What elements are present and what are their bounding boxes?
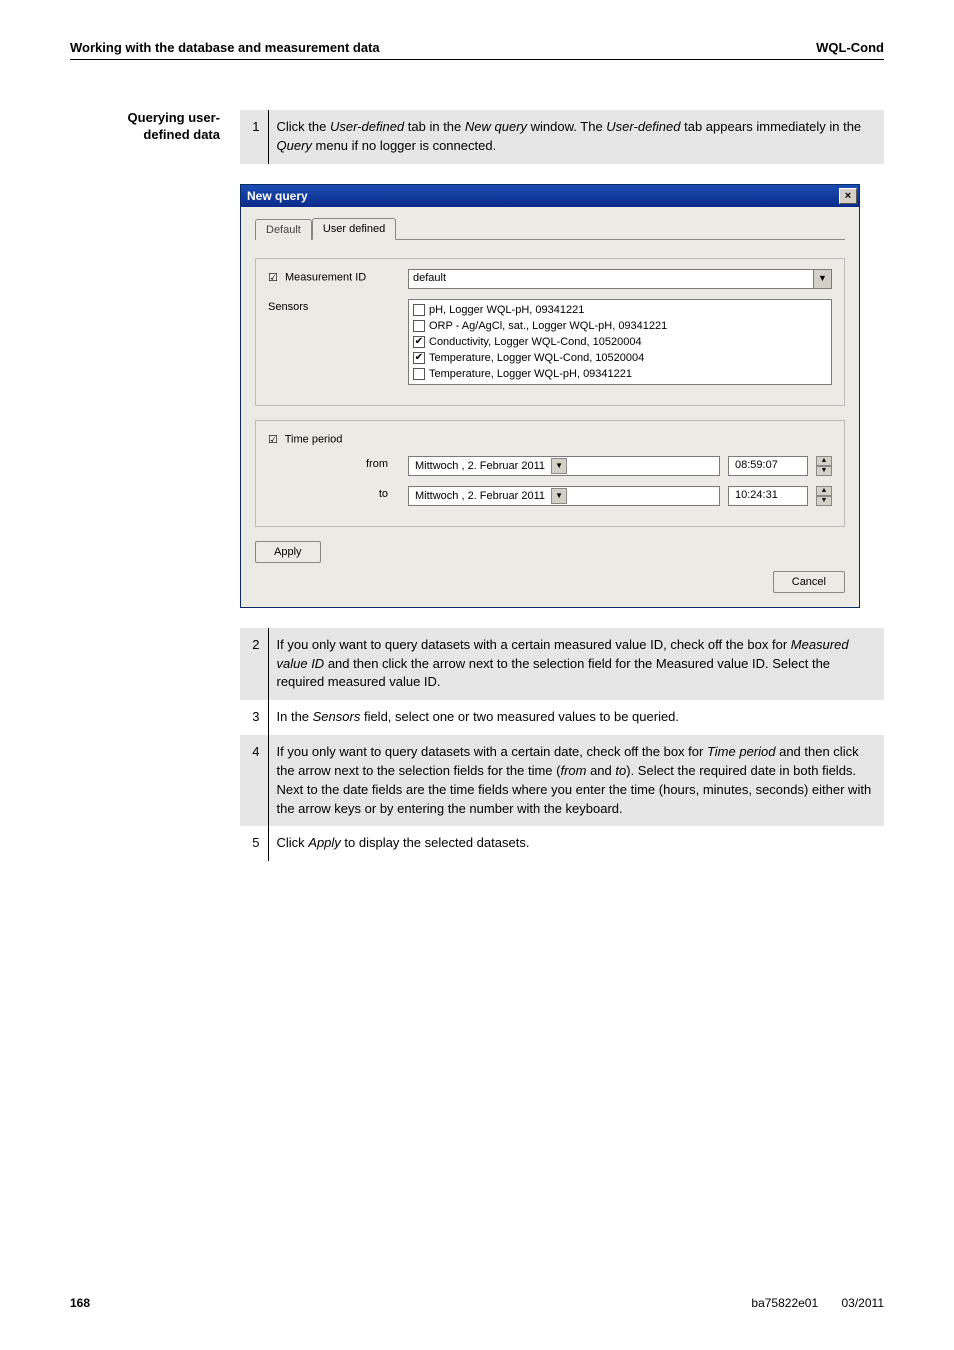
t: If you only want to query datasets with … <box>277 744 707 759</box>
list-item[interactable]: ✔ Conductivity, Logger WQL-Cond, 10520004 <box>413 334 827 350</box>
step-5-text: Click Apply to display the selected data… <box>268 826 884 861</box>
chevron-down-icon[interactable]: ▼ <box>814 269 832 289</box>
measurement-group: ☑ Measurement ID default ▼ Sensors <box>255 258 845 406</box>
t: Conductivity, Logger WQL-Cond, 10520004 <box>429 334 642 350</box>
new-query-dialog: New query × Default User defined ☑ Measu… <box>240 184 860 608</box>
t: User-defined <box>330 119 404 134</box>
to-time-field[interactable]: 10:24:31 <box>728 486 808 506</box>
apply-row: Apply <box>255 541 845 563</box>
t: to display the selected datasets. <box>341 835 530 850</box>
list-item[interactable]: pH, Logger WQL-pH, 09341221 <box>413 302 827 318</box>
t: User-defined <box>606 119 680 134</box>
tab-user-defined[interactable]: User defined <box>312 218 396 240</box>
step-3-text: In the Sensors field, select one or two … <box>268 700 884 735</box>
doc-id: ba75822e01 <box>751 1296 818 1310</box>
from-time-field[interactable]: 08:59:07 <box>728 456 808 476</box>
to-label: to <box>268 486 408 500</box>
t: and then click the arrow next to the sel… <box>277 656 831 690</box>
arrow-up-icon[interactable]: ▲ <box>816 456 832 466</box>
timeperiod-group: ☑ Time period from Mittwoch , 2. Februar… <box>255 420 845 527</box>
steps-2-5: 2 If you only want to query datasets wit… <box>240 628 884 862</box>
t: Query <box>277 138 312 153</box>
doc-date: 03/2011 <box>842 1296 885 1310</box>
t: from <box>560 763 586 778</box>
arrow-down-icon[interactable]: ▼ <box>816 496 832 506</box>
header-left: Working with the database and measuremen… <box>70 40 380 55</box>
t: Sensors <box>313 709 361 724</box>
arrow-up-icon[interactable]: ▲ <box>816 486 832 496</box>
t: and <box>586 763 615 778</box>
dialog-titlebar: New query × <box>241 185 859 207</box>
t: tab appears immediately in the <box>681 119 862 134</box>
t: Time period <box>707 744 776 759</box>
from-time-spinner[interactable]: ▲▼ <box>816 456 832 476</box>
from-label: from <box>268 456 408 470</box>
t: pH, Logger WQL-pH, 09341221 <box>429 302 584 318</box>
to-time-spinner[interactable]: ▲▼ <box>816 486 832 506</box>
checkbox-icon[interactable]: ✔ <box>413 336 425 348</box>
side-heading: Querying user- defined data <box>70 110 220 881</box>
list-item[interactable]: ✔ Temperature, Logger WQL-Cond, 10520004 <box>413 350 827 366</box>
header-right: WQL-Cond <box>816 40 884 55</box>
page-number: 168 <box>70 1296 90 1310</box>
tab-default[interactable]: Default <box>255 219 312 240</box>
cancel-button[interactable]: Cancel <box>773 571 845 593</box>
list-item[interactable]: Temperature, Logger WQL-pH, 09341221 <box>413 366 827 382</box>
t: Measurement ID <box>285 271 366 283</box>
checkbox-icon[interactable] <box>413 368 425 380</box>
t: field, select one or two measured values… <box>360 709 679 724</box>
step-4-text: If you only want to query datasets with … <box>268 735 884 826</box>
t: to <box>615 763 626 778</box>
t: In the <box>277 709 313 724</box>
apply-button[interactable]: Apply <box>255 541 321 563</box>
step-1-text: Click the User-defined tab in the New qu… <box>268 110 884 164</box>
dialog-title: New query <box>247 189 308 203</box>
list-item[interactable]: ORP - Ag/AgCl, sat., Logger WQL-pH, 0934… <box>413 318 827 334</box>
t: If you only want to query datasets with … <box>277 637 791 652</box>
step-4-number: 4 <box>240 735 268 826</box>
chevron-down-icon[interactable]: ▼ <box>551 458 567 474</box>
t: tab in the <box>404 119 465 134</box>
from-date-field[interactable]: Mittwoch , 2. Februar 2011 ▼ <box>408 456 720 476</box>
sensors-list[interactable]: pH, Logger WQL-pH, 09341221 ORP - Ag/AgC… <box>408 299 832 385</box>
step-3-number: 3 <box>240 700 268 735</box>
measurement-id-checkbox[interactable]: ☑ <box>268 272 278 284</box>
t: Click <box>277 835 309 850</box>
measurement-id-combo[interactable]: default ▼ <box>408 269 832 289</box>
t: ORP - Ag/AgCl, sat., Logger WQL-pH, 0934… <box>429 318 667 334</box>
measurement-id-label: ☑ Measurement ID <box>268 269 408 284</box>
sensors-label: Sensors <box>268 299 408 313</box>
running-header: Working with the database and measuremen… <box>70 40 884 60</box>
arrow-down-icon[interactable]: ▼ <box>816 466 832 476</box>
t: Apply <box>308 835 341 850</box>
t: window. The <box>527 119 606 134</box>
side-heading-l2: defined data <box>143 127 220 142</box>
to-date-field[interactable]: Mittwoch , 2. Februar 2011 ▼ <box>408 486 720 506</box>
step-1-number: 1 <box>240 110 268 164</box>
step-2-text: If you only want to query datasets with … <box>268 628 884 701</box>
t: Click the <box>277 119 330 134</box>
step-1-block: 1 Click the User-defined tab in the New … <box>240 110 884 164</box>
t: New query <box>465 119 527 134</box>
checkbox-icon[interactable] <box>413 320 425 332</box>
step-2-number: 2 <box>240 628 268 701</box>
tabstrip: Default User defined <box>255 217 845 240</box>
t: Time period <box>285 433 343 445</box>
page-footer: 168 ba75822e01 03/2011 <box>70 1296 884 1310</box>
timeperiod-label: ☑ Time period <box>268 431 408 446</box>
t: Mittwoch , 2. Februar 2011 <box>415 490 545 502</box>
side-heading-l1: Querying user- <box>128 110 220 125</box>
timeperiod-checkbox[interactable]: ☑ <box>268 434 278 446</box>
t: menu if no logger is connected. <box>312 138 496 153</box>
chevron-down-icon[interactable]: ▼ <box>551 488 567 504</box>
checkbox-icon[interactable]: ✔ <box>413 352 425 364</box>
step-5-number: 5 <box>240 826 268 861</box>
t: Mittwoch , 2. Februar 2011 <box>415 460 545 472</box>
t: Temperature, Logger WQL-Cond, 10520004 <box>429 350 644 366</box>
t: Temperature, Logger WQL-pH, 09341221 <box>429 366 632 382</box>
measurement-id-value[interactable]: default <box>408 269 814 289</box>
close-icon[interactable]: × <box>839 188 857 204</box>
checkbox-icon[interactable] <box>413 304 425 316</box>
